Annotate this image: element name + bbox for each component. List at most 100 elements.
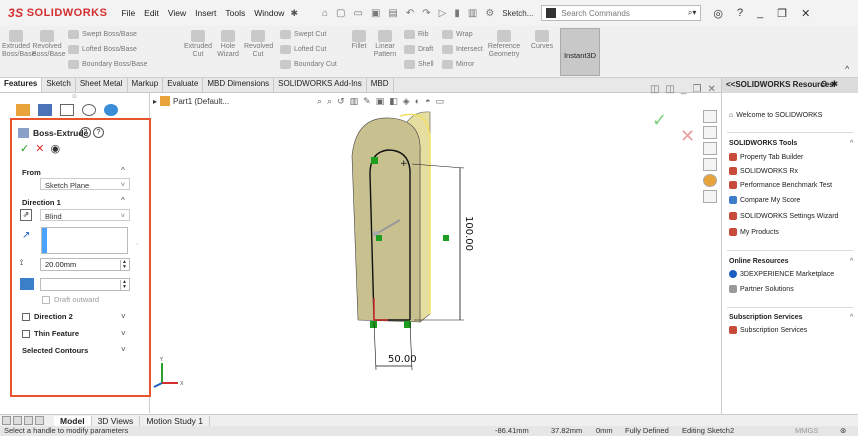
direction1-collapse-chevron-icon[interactable]: ^ bbox=[121, 196, 125, 205]
user-icon[interactable]: ◎ bbox=[713, 7, 723, 20]
part-name[interactable]: Part1 (Default... bbox=[173, 97, 229, 106]
tab-3d-views[interactable]: 3D Views bbox=[92, 415, 141, 426]
search-mode-icon[interactable] bbox=[546, 8, 557, 18]
close-icon[interactable]: ✕ bbox=[801, 7, 810, 20]
tab-sketch[interactable]: Sketch bbox=[42, 78, 76, 92]
file-explorer-tab-icon[interactable] bbox=[703, 142, 717, 155]
menu-file[interactable]: File bbox=[121, 8, 135, 18]
first-tab-arrow-icon[interactable] bbox=[2, 416, 11, 425]
tab-model[interactable]: Model bbox=[54, 415, 92, 426]
appearances-tab-icon[interactable] bbox=[703, 174, 717, 187]
thin-feature-expand-chevron-icon[interactable]: ˅ bbox=[121, 329, 126, 338]
file-properties-icon[interactable]: ▥ bbox=[468, 8, 477, 19]
section-view-icon[interactable]: ▥ bbox=[350, 96, 359, 107]
panel-splitter-handle[interactable]: ◦ bbox=[136, 241, 138, 248]
revolved-boss-button[interactable]: Revolved Boss/Base bbox=[32, 28, 65, 59]
draft-button[interactable]: Draft bbox=[404, 45, 433, 54]
ok-check-icon[interactable]: ✓ bbox=[20, 142, 29, 155]
detailed-preview-icon[interactable]: ? bbox=[93, 127, 104, 138]
spin-arrows-icon[interactable]: ▲ ▼ bbox=[120, 280, 128, 290]
collapse-ribbon-icon[interactable]: ^ bbox=[845, 64, 849, 74]
search-commands-box[interactable]: Search Commands ⌕▾ bbox=[541, 5, 702, 21]
linear-pattern-button[interactable]: Linear Pattern bbox=[372, 28, 398, 59]
subscription-services-link[interactable]: Subscription Services bbox=[729, 326, 807, 334]
last-tab-arrow-icon[interactable] bbox=[35, 416, 44, 425]
viewport-restore-icon[interactable]: ◫ bbox=[650, 84, 659, 95]
swept-boss-button[interactable]: Swept Boss/Base bbox=[68, 30, 137, 39]
property-tab-builder-link[interactable]: Property Tab Builder bbox=[729, 153, 803, 161]
height-dimension-text[interactable]: 100.00 bbox=[463, 216, 474, 251]
hide-show-icon[interactable]: ◈ bbox=[403, 96, 410, 107]
extruded-cut-button[interactable]: Extruded Cut bbox=[184, 28, 212, 59]
direction1-section-header[interactable]: Direction 1 bbox=[22, 198, 61, 207]
status-options-icon[interactable]: ⊛ bbox=[840, 426, 846, 435]
shell-button[interactable]: Shell bbox=[404, 60, 434, 69]
minimize-icon[interactable]: _ bbox=[757, 7, 763, 20]
solidworks-logo[interactable]: 3S SOLIDWORKS bbox=[8, 6, 107, 20]
online-collapse-chevron-icon[interactable]: ^ bbox=[850, 258, 853, 265]
direction-of-extrusion-field[interactable] bbox=[41, 227, 128, 254]
search-input[interactable]: Search Commands bbox=[561, 9, 629, 18]
settings-wizard-link[interactable]: SOLIDWORKS Settings Wizard bbox=[729, 212, 838, 220]
welcome-link[interactable]: ⌂ Welcome to SOLIDWORKS bbox=[729, 112, 822, 119]
viewport-minimize-icon[interactable]: _ bbox=[681, 84, 687, 95]
viewport-close-icon[interactable]: ✕ bbox=[707, 84, 715, 95]
feature-tree-flyout[interactable]: ▸ Part1 (Default... bbox=[153, 96, 229, 106]
panel-collapse-handle[interactable]: ⊙ bbox=[0, 93, 149, 101]
open-icon[interactable]: ▭ bbox=[354, 8, 363, 19]
view-palette-tab-icon[interactable] bbox=[703, 158, 717, 171]
view-settings-icon[interactable]: ▭ bbox=[436, 96, 445, 107]
confirmation-ok-icon[interactable]: ✓ bbox=[652, 110, 667, 131]
marketplace-link[interactable]: 3DEXPERIENCE Marketplace bbox=[729, 270, 834, 278]
restore-icon[interactable]: ❐ bbox=[777, 7, 787, 20]
display-style-icon[interactable]: ◧ bbox=[389, 96, 398, 107]
previous-view-icon[interactable]: ↺ bbox=[337, 96, 345, 107]
boundary-cut-button[interactable]: Boundary Cut bbox=[280, 60, 337, 69]
thin-feature-checkbox[interactable]: Thin Feature bbox=[22, 329, 79, 338]
tab-motion-study-1[interactable]: Motion Study 1 bbox=[140, 415, 211, 426]
wrap-button[interactable]: Wrap bbox=[442, 30, 473, 39]
width-dimension-text[interactable]: 50.00 bbox=[388, 354, 417, 365]
extruded-boss-button[interactable]: Extruded Boss/Base bbox=[2, 28, 35, 59]
task-pane-options-icon[interactable]: ⚙ ✱ bbox=[820, 79, 838, 90]
direction2-checkbox[interactable]: Direction 2 bbox=[22, 312, 73, 321]
revolved-cut-button[interactable]: Revolved Cut bbox=[244, 28, 273, 59]
home-icon[interactable]: ⌂ bbox=[322, 8, 328, 19]
expand-arrow-icon[interactable]: ▸ bbox=[153, 97, 157, 106]
dynamic-annotation-icon[interactable]: ✎ bbox=[363, 96, 371, 107]
selected-contours-header[interactable]: Selected Contours bbox=[22, 346, 88, 355]
selected-contours-expand-chevron-icon[interactable]: ˅ bbox=[121, 345, 126, 354]
swept-cut-button[interactable]: Swept Cut bbox=[280, 30, 326, 39]
depth-spinner[interactable]: 20.00mm ▲ ▼ bbox=[40, 258, 130, 271]
dimxpert-tab-icon[interactable] bbox=[82, 104, 96, 116]
from-collapse-chevron-icon[interactable]: ^ bbox=[121, 166, 125, 175]
lofted-boss-button[interactable]: Lofted Boss/Base bbox=[68, 45, 137, 54]
instant3d-button[interactable]: Instant3D bbox=[560, 28, 600, 76]
apply-scene-icon[interactable]: ◓ bbox=[425, 96, 430, 107]
spin-arrows-icon[interactable]: ▲ ▼ bbox=[120, 260, 128, 270]
zoom-area-icon[interactable]: ⌕ bbox=[327, 96, 332, 107]
resources-tab-icon[interactable] bbox=[703, 110, 717, 123]
from-section-header[interactable]: From bbox=[22, 168, 41, 177]
redo-icon[interactable]: ↷ bbox=[422, 8, 430, 19]
pin-icon[interactable]: ✱ bbox=[290, 8, 298, 19]
my-products-link[interactable]: My Products bbox=[729, 228, 779, 236]
status-units[interactable]: MMGS bbox=[795, 426, 818, 435]
direction2-expand-chevron-icon[interactable]: ˅ bbox=[121, 312, 126, 321]
draft-on-off-icon[interactable] bbox=[20, 278, 34, 290]
reference-geometry-button[interactable]: Reference Geometry bbox=[484, 28, 524, 59]
tab-mbd[interactable]: MBD bbox=[367, 78, 394, 92]
viewport-maximize-icon[interactable]: ❐ bbox=[692, 84, 701, 95]
subscription-services-header[interactable]: Subscription Services bbox=[729, 314, 803, 321]
menu-insert[interactable]: Insert bbox=[195, 8, 216, 18]
menu-edit[interactable]: Edit bbox=[144, 8, 159, 18]
menu-tools[interactable]: Tools bbox=[225, 8, 245, 18]
edit-appearance-icon[interactable]: ◐ bbox=[415, 96, 420, 107]
display-manager-tab-icon[interactable] bbox=[104, 104, 118, 116]
prev-tab-arrow-icon[interactable] bbox=[13, 416, 22, 425]
property-manager-tab-icon[interactable] bbox=[38, 104, 52, 116]
cancel-x-icon[interactable]: ✕ bbox=[35, 142, 44, 155]
view-orientation-icon[interactable]: ▣ bbox=[376, 96, 385, 107]
tab-features[interactable]: Features bbox=[0, 78, 43, 92]
preview-eye-icon[interactable]: ◉ bbox=[50, 142, 60, 155]
